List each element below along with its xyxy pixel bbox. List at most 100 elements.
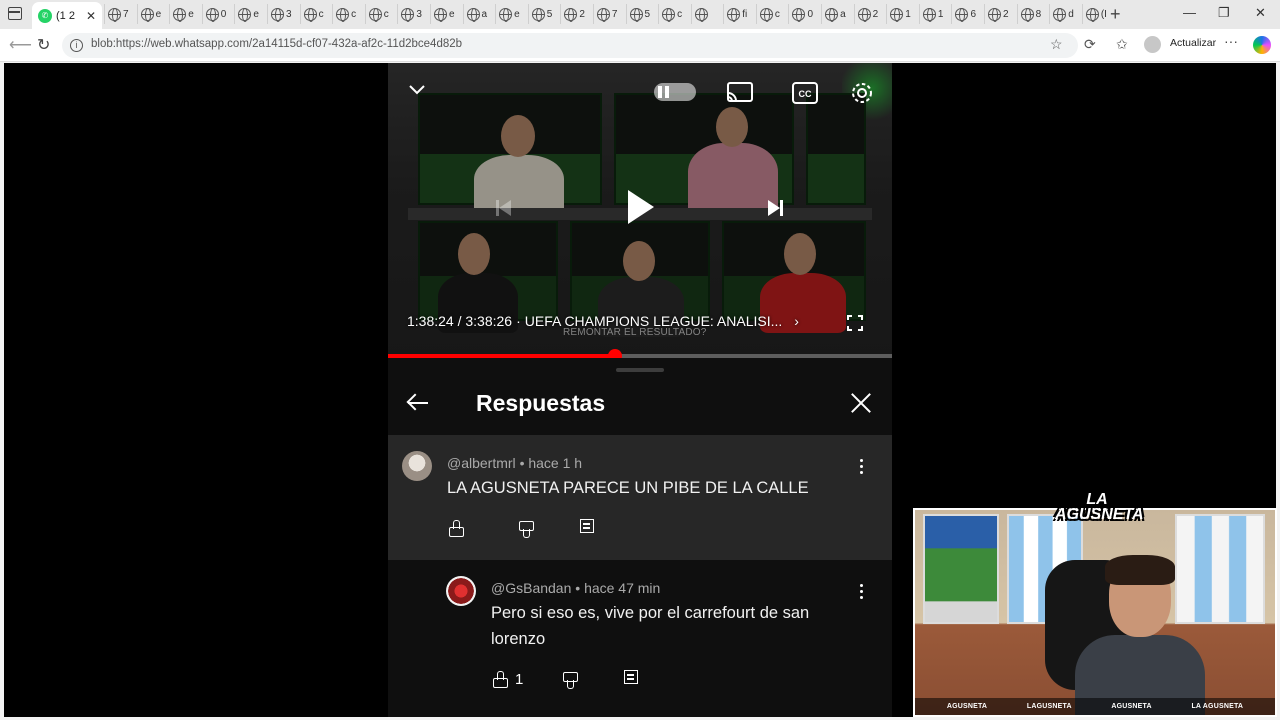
close-icon[interactable] xyxy=(850,392,872,414)
dislike-icon[interactable] xyxy=(560,672,580,690)
more-options-icon[interactable] xyxy=(860,459,864,475)
tab-label: e xyxy=(155,8,162,20)
reply-icon[interactable] xyxy=(622,670,642,688)
comment-author[interactable]: @albertmrl xyxy=(447,455,516,471)
url-text: blob:https://web.whatsapp.com/2a14115d-c… xyxy=(91,38,463,50)
browser-tab[interactable]: e xyxy=(429,4,463,24)
browser-tab[interactable]: c xyxy=(332,4,365,24)
browser-tab[interactable]: 2 xyxy=(853,4,887,24)
avatar[interactable] xyxy=(402,451,432,481)
video-player[interactable]: CC 1:38:24 / 3:38:26 · UEFA CHAMPIONS LE… xyxy=(388,63,892,358)
tab-label: c xyxy=(351,8,357,20)
captions-icon[interactable]: CC xyxy=(792,82,818,104)
video-time: 1:38:24 / 3:38:26 xyxy=(407,313,513,329)
reply-icon[interactable] xyxy=(578,519,598,537)
fullscreen-icon[interactable] xyxy=(847,315,863,331)
x-handle: LAGUSNETA xyxy=(1026,703,1072,710)
browser-tab[interactable]: 7 xyxy=(104,4,137,24)
tab-label: 3 xyxy=(416,8,422,20)
previous-icon[interactable] xyxy=(496,200,511,216)
browser-tab[interactable]: e xyxy=(234,4,267,24)
browser-tab[interactable]: 7 xyxy=(592,4,626,24)
restore-button[interactable]: ❐ xyxy=(1218,5,1230,21)
like-icon[interactable] xyxy=(447,519,467,537)
browser-tab[interactable]: 2 xyxy=(560,4,593,24)
browser-tab[interactable] xyxy=(690,4,724,24)
close-tab-icon[interactable]: ✕ xyxy=(86,9,96,23)
tab-label: c xyxy=(383,8,389,20)
star-icon[interactable]: ☆ xyxy=(1050,36,1063,53)
avatar[interactable] xyxy=(446,576,476,606)
comment-meta: @albertmrl • hace 1 h xyxy=(447,455,583,471)
browser-tab[interactable]: fi xyxy=(723,4,756,24)
minimize-button[interactable]: — xyxy=(1183,5,1196,20)
browser-tab[interactable]: c xyxy=(755,4,789,24)
next-icon[interactable] xyxy=(768,200,783,216)
browser-tab[interactable]: 1 xyxy=(918,4,952,24)
browser-tab[interactable]: 8 xyxy=(1016,4,1050,24)
browser-tab[interactable]: c xyxy=(658,4,691,24)
globe-icon xyxy=(401,7,415,22)
browser-tab[interactable]: 2 xyxy=(984,4,1017,24)
globe-icon xyxy=(857,7,871,22)
browser-tab[interactable]: d xyxy=(1049,4,1082,24)
new-tab-button[interactable]: + xyxy=(1110,4,1121,25)
comment-author[interactable]: @GsBandan xyxy=(491,580,571,596)
browser-tab[interactable]: 5 xyxy=(527,4,561,24)
back-arrow-icon[interactable] xyxy=(406,391,430,415)
browser-tab[interactable]: e xyxy=(169,4,202,24)
browser-tab[interactable]: 3 xyxy=(397,4,430,24)
drag-handle[interactable] xyxy=(616,368,664,372)
tab-label: 1 xyxy=(937,8,944,20)
progress-knob[interactable] xyxy=(608,349,623,358)
browser-tab[interactable]: a xyxy=(821,4,854,24)
comment-time: hace 47 min xyxy=(584,580,661,596)
browser-tab[interactable]: a xyxy=(462,4,496,24)
update-button[interactable]: Actualizar xyxy=(1170,37,1216,49)
refresh-icon[interactable]: ⟳ xyxy=(1084,36,1096,53)
tab-label: d xyxy=(1068,8,1074,20)
tab-strip: ✆ (1 2 ✕ 7 e e 0 e 3 c c c 3 e a e 5 2 7 5 c fi c 0 a 2 1 1 6 2 8 d (… xyxy=(0,0,1280,29)
url-field[interactable]: i blob:https://web.whatsapp.com/2a14115d… xyxy=(62,33,1078,58)
browser-tab[interactable]: 5 xyxy=(625,4,659,24)
close-window-button[interactable]: ✕ xyxy=(1255,5,1266,21)
play-icon[interactable] xyxy=(628,190,654,224)
browser-tab[interactable]: c xyxy=(364,4,398,24)
replies-title: Respuestas xyxy=(476,390,606,416)
progress-bar[interactable] xyxy=(388,349,892,358)
tab-label: e xyxy=(188,8,194,20)
more-icon[interactable]: ··· xyxy=(1224,33,1238,49)
favorites-icon[interactable]: ✩ xyxy=(1116,36,1128,53)
tab-label: c xyxy=(318,8,324,20)
globe-icon xyxy=(922,7,936,22)
browser-tab[interactable]: c xyxy=(299,4,333,24)
more-options-icon[interactable] xyxy=(860,584,864,600)
profile-icon[interactable] xyxy=(1144,36,1161,53)
globe-icon xyxy=(336,7,350,22)
dislike-icon[interactable] xyxy=(516,521,536,539)
back-icon[interactable]: ⟵ xyxy=(9,35,32,55)
browser-tab[interactable]: 6 xyxy=(951,4,984,24)
tab-whatsapp-active[interactable]: ✆ (1 2 ✕ xyxy=(32,2,102,29)
tab-label: 6 xyxy=(970,8,976,20)
instagram-handle: AGUSNETA xyxy=(946,703,988,710)
browser-tab[interactable]: 0 xyxy=(201,4,235,24)
tab-actions-icon[interactable] xyxy=(8,7,22,20)
browser-tab[interactable]: e xyxy=(136,4,170,24)
reload-icon[interactable]: ↻ xyxy=(37,35,50,55)
copilot-icon[interactable] xyxy=(1253,36,1271,54)
browser-tab[interactable]: 0 xyxy=(788,4,821,24)
globe-icon xyxy=(140,7,154,22)
minimize-player-icon[interactable] xyxy=(408,83,426,97)
browser-tab[interactable]: 3 xyxy=(266,4,300,24)
settings-gear-icon[interactable] xyxy=(849,80,875,106)
like-icon[interactable] xyxy=(491,670,511,688)
browser-tab[interactable]: e xyxy=(495,4,528,24)
cast-icon[interactable] xyxy=(726,81,754,103)
info-icon[interactable]: i xyxy=(70,39,83,52)
video-caption-text: REMONTAR EL RESULTADO? xyxy=(563,327,707,338)
globe-icon xyxy=(596,7,610,22)
browser-tab[interactable]: 1 xyxy=(886,4,919,24)
autoplay-toggle[interactable] xyxy=(654,83,696,101)
globe-icon xyxy=(173,7,187,22)
